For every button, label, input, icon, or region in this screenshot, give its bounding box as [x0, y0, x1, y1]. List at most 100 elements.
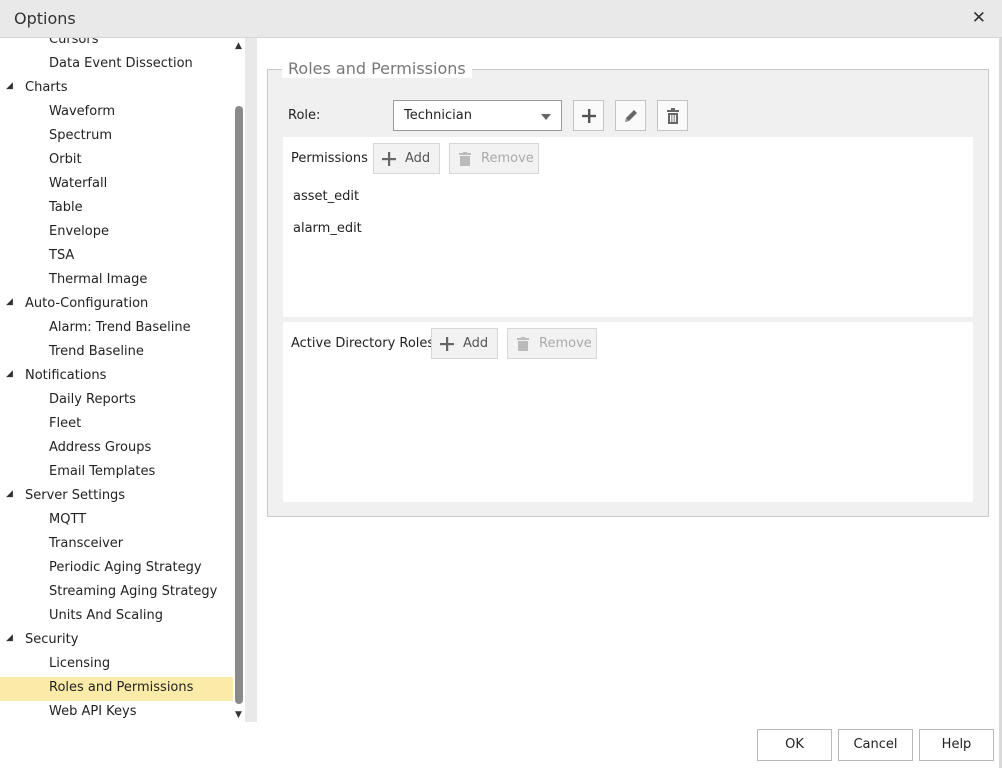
tree-item[interactable]: Thermal Image [0, 269, 233, 293]
tree-item-label: Licensing [49, 656, 111, 671]
expand-arrow-icon[interactable]: ◢ [6, 369, 13, 379]
tree-item-label: Auto-Configuration [25, 296, 149, 311]
list-item[interactable]: alarm_edit [293, 221, 362, 236]
tree-item[interactable]: Daily Reports [0, 389, 233, 413]
tree-group[interactable]: ◢ Charts [0, 77, 233, 101]
remove-ad-role-label: Remove [539, 336, 592, 351]
trash-icon [667, 108, 679, 124]
tree-item[interactable]: Streaming Aging Strategy [0, 581, 233, 605]
title-bar: Options ✕ [0, 0, 1002, 38]
tree-item[interactable]: Table [0, 197, 233, 221]
pencil-icon [625, 110, 637, 122]
tree-item[interactable]: Data Event Dissection [0, 53, 233, 77]
plus-icon [382, 152, 396, 166]
expand-arrow-icon[interactable]: ◢ [6, 633, 13, 643]
tree-item-label: Roles and Permissions [49, 680, 194, 695]
remove-ad-role-button[interactable]: Remove [507, 328, 597, 359]
tree-item[interactable]: TSA [0, 245, 233, 269]
tree-item-label: Alarm: Trend Baseline [49, 320, 191, 335]
tree-scrollbar[interactable]: ▲ ▼ [233, 38, 245, 722]
tree-item[interactable]: Email Templates [0, 461, 233, 485]
ok-button[interactable]: OK [757, 729, 832, 761]
tree-item[interactable]: Cursors [0, 38, 233, 53]
scroll-down-arrow-icon[interactable]: ▼ [235, 710, 242, 720]
tree-item-label: Server Settings [25, 488, 126, 503]
options-tree: Cursors Data Event Dissection ◢ Charts Wavef… [0, 38, 233, 722]
tree-group[interactable]: ◢ Server Settings [0, 485, 233, 509]
ad-roles-title: Active Directory Roles [291, 336, 435, 351]
tree-item[interactable]: Web API Keys [0, 701, 233, 722]
tree-item-label: Spectrum [49, 128, 112, 143]
role-dropdown-value: Technician [404, 108, 472, 123]
edit-role-button[interactable] [615, 100, 646, 131]
tree-item-label: Daily Reports [49, 392, 136, 407]
tree-group[interactable]: ◢ Auto-Configuration [0, 293, 233, 317]
tree-group[interactable]: ◢ Security [0, 629, 233, 653]
expand-arrow-icon[interactable]: ◢ [6, 81, 13, 91]
scrollbar-thumb[interactable] [235, 106, 243, 704]
list-item[interactable]: asset_edit [293, 189, 359, 204]
trash-icon [459, 152, 471, 166]
tree-item-label: Transceiver [49, 536, 124, 551]
plus-icon [582, 109, 596, 123]
tree-item-label: Data Event Dissection [49, 56, 193, 71]
tree-item-label: Charts [25, 80, 68, 95]
tree-item-label: Email Templates [49, 464, 156, 479]
tree-item[interactable]: MQTT [0, 509, 233, 533]
permissions-panel: Permissions Add Remove asset_edit alarm_… [283, 137, 973, 317]
tree-item-label: Fleet [49, 416, 82, 431]
tree-item-label: Notifications [25, 368, 107, 383]
remove-permission-button[interactable]: Remove [449, 143, 539, 174]
tree-item-label: Trend Baseline [49, 344, 144, 359]
tree-item[interactable]: Envelope [0, 221, 233, 245]
tree-item[interactable]: Trend Baseline [0, 341, 233, 365]
role-label: Role: [288, 108, 321, 123]
tree-item[interactable]: Spectrum [0, 125, 233, 149]
tree-item[interactable]: Waveform [0, 101, 233, 125]
tree-item-label: Table [49, 200, 83, 215]
help-button[interactable]: Help [919, 729, 994, 761]
pane-splitter[interactable] [245, 38, 257, 722]
add-role-button[interactable] [573, 100, 604, 131]
remove-permission-label: Remove [481, 151, 534, 166]
tree-item[interactable]: Alarm: Trend Baseline [0, 317, 233, 341]
tree-item-label: Orbit [49, 152, 82, 167]
tree-item-label: TSA [49, 248, 75, 263]
active-directory-roles-panel: Active Directory Roles Add Remove [283, 322, 973, 502]
tree-item[interactable]: Fleet [0, 413, 233, 437]
group-title: Roles and Permissions [282, 59, 472, 78]
tree-item-label: Cursors [49, 38, 99, 47]
tree-item-label: Streaming Aging Strategy [49, 584, 218, 599]
chevron-down-icon [541, 114, 551, 120]
tree-item[interactable]: Licensing [0, 653, 233, 677]
trash-icon [517, 337, 529, 351]
plus-icon [440, 337, 454, 351]
role-dropdown[interactable]: Technician [393, 100, 562, 131]
cancel-button[interactable]: Cancel [838, 729, 913, 761]
tree-item-label: Units And Scaling [49, 608, 163, 623]
add-ad-role-button[interactable]: Add [431, 328, 498, 359]
tree-item[interactable]: Periodic Aging Strategy [0, 557, 233, 581]
expand-arrow-icon[interactable]: ◢ [6, 489, 13, 499]
tree-group[interactable]: ◢ Notifications [0, 365, 233, 389]
add-permission-button[interactable]: Add [373, 143, 440, 174]
permissions-title: Permissions [291, 151, 368, 166]
tree-item-label: MQTT [49, 512, 87, 527]
tree-item[interactable]: Roles and Permissions [0, 677, 233, 701]
tree-item[interactable]: Address Groups [0, 437, 233, 461]
scroll-up-arrow-icon[interactable]: ▲ [235, 41, 242, 51]
tree-item-label: Web API Keys [49, 704, 137, 719]
add-permission-label: Add [405, 151, 431, 166]
expand-arrow-icon[interactable]: ◢ [6, 297, 13, 307]
window-title: Options [14, 9, 76, 28]
tree-item[interactable]: Orbit [0, 149, 233, 173]
tree-item[interactable]: Waterfall [0, 173, 233, 197]
tree-item[interactable]: Units And Scaling [0, 605, 233, 629]
tree-item[interactable]: Transceiver [0, 533, 233, 557]
tree-item-label: Waterfall [49, 176, 108, 191]
delete-role-button[interactable] [657, 100, 688, 131]
close-icon[interactable]: ✕ [972, 8, 986, 28]
tree-item-label: Security [25, 632, 79, 647]
tree-item-label: Thermal Image [49, 272, 148, 287]
tree-item-label: Periodic Aging Strategy [49, 560, 202, 575]
